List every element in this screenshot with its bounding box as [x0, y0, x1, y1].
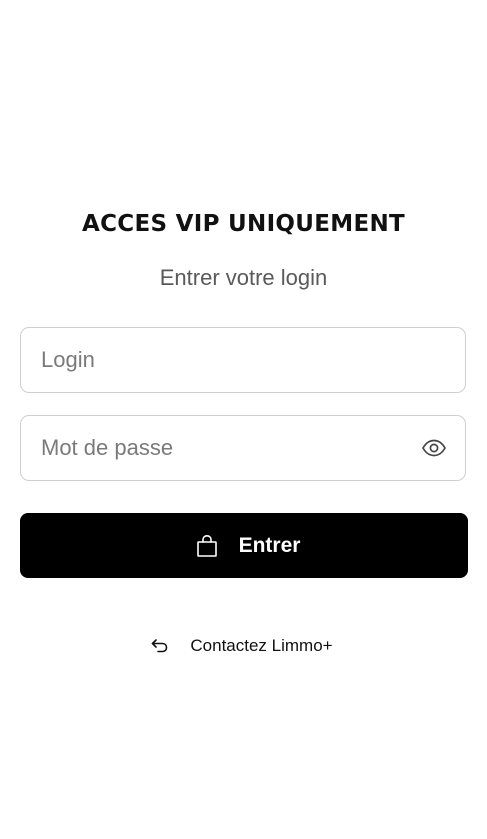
login-input[interactable] [41, 328, 401, 392]
login-field-container [20, 327, 466, 393]
password-field-container [20, 415, 466, 481]
eye-icon[interactable] [421, 436, 447, 460]
submit-button[interactable]: Entrer [20, 513, 468, 578]
contact-link[interactable]: Contactez Limmo+ [0, 636, 487, 656]
shopping-bag-icon [196, 534, 218, 558]
login-page: ACCES VIP UNIQUEMENT Entrer votre login … [0, 0, 487, 839]
undo-arrow-icon [150, 636, 170, 656]
contact-link-label: Contactez Limmo+ [190, 636, 333, 655]
page-subtitle: Entrer votre login [159, 265, 328, 290]
submit-button-label: Entrer [238, 533, 301, 557]
page-title: ACCES VIP UNIQUEMENT [81, 211, 406, 237]
password-input[interactable] [41, 416, 401, 480]
